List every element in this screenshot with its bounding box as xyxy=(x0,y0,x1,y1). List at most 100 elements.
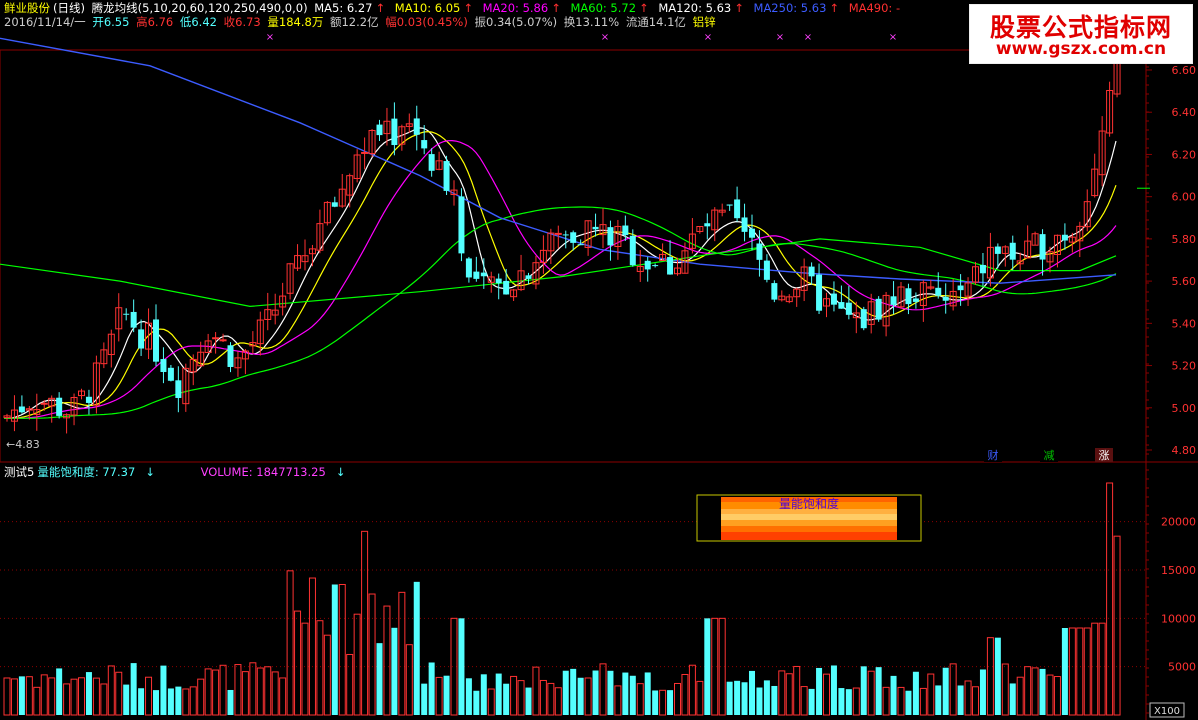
candle xyxy=(413,105,420,151)
volume-bar xyxy=(361,530,369,716)
candle xyxy=(1106,81,1114,137)
volume-tick-label: 5000 xyxy=(1168,661,1196,674)
volume-bar xyxy=(56,668,63,715)
volume-bar xyxy=(63,683,71,716)
volume-bar xyxy=(398,591,406,716)
candle xyxy=(823,292,830,318)
volume-bar xyxy=(443,675,450,715)
candle xyxy=(942,283,949,314)
volume-bar xyxy=(1113,535,1121,716)
svg-text:财: 财 xyxy=(988,448,999,462)
fin-marker[interactable]: 财 xyxy=(984,448,1002,462)
volume-bar xyxy=(1053,676,1061,716)
volume-bar xyxy=(979,669,986,715)
candle xyxy=(100,342,108,369)
quote-close: 收6.73 xyxy=(223,15,261,29)
volume-bar xyxy=(696,680,704,716)
volume-bar xyxy=(875,667,882,715)
ma490-label: MA490: - xyxy=(848,1,901,15)
candle xyxy=(338,173,346,208)
volume-bar xyxy=(1046,674,1054,716)
event-x-icon[interactable]: × xyxy=(266,32,274,43)
vol-indicator-name[interactable]: 测试5 xyxy=(4,465,34,479)
quote-float: 流通14.1亿 xyxy=(625,15,686,29)
ma120-label: MA120: 5.63 ↑ xyxy=(658,1,744,15)
candle xyxy=(1031,231,1039,246)
candle xyxy=(189,354,197,386)
volume-bar xyxy=(234,664,242,716)
candle xyxy=(279,282,287,316)
candle xyxy=(718,203,726,217)
candle xyxy=(346,173,354,208)
candle xyxy=(1098,116,1106,187)
candle xyxy=(652,263,659,268)
volume-bar xyxy=(1024,666,1032,716)
volume-bar xyxy=(383,605,391,716)
candle xyxy=(785,294,793,304)
stock-chart[interactable]: 6.60 6.40 6.20 6.00 5.80 5.60 5.40 5.20 5.00 4.80… xyxy=(0,0,1198,720)
candle xyxy=(107,329,115,368)
volume-bar xyxy=(577,677,584,715)
candle xyxy=(979,252,986,287)
quote-industry[interactable]: 铝锌 xyxy=(693,15,716,29)
candle xyxy=(875,296,882,322)
volume-bar xyxy=(734,680,741,715)
event-x-icon[interactable]: × xyxy=(804,32,812,43)
candle xyxy=(398,124,406,151)
reduce-marker[interactable]: 减 xyxy=(1040,448,1058,462)
volume-bar xyxy=(123,684,130,715)
min-price-label: ←4.83 xyxy=(6,438,40,451)
candle xyxy=(428,148,435,177)
volume-bar xyxy=(897,686,905,716)
volume-bar xyxy=(1001,663,1009,716)
volume-bar xyxy=(547,682,555,716)
volume-bar xyxy=(197,678,205,716)
candle xyxy=(845,286,852,320)
price-tick-label: 6.00 xyxy=(1172,191,1197,204)
volume-bar xyxy=(78,677,85,716)
volume-bar xyxy=(570,668,577,715)
candle xyxy=(1009,235,1016,271)
candle xyxy=(78,388,85,400)
volume-bar xyxy=(1039,668,1046,715)
price-tick-label: 6.20 xyxy=(1172,148,1197,161)
volume-bar xyxy=(667,690,674,715)
volume-bar xyxy=(532,666,540,716)
event-x-icon[interactable]: × xyxy=(704,32,712,43)
ma10-label: MA10: 6.05 ↑ xyxy=(394,1,473,15)
volume-bar xyxy=(852,687,860,716)
volume-bar xyxy=(376,643,383,715)
volume-bar xyxy=(1106,482,1114,716)
indicator-name[interactable]: 腾龙均线(5,10,20,60,120,250,490,0,0) xyxy=(92,1,308,15)
volume-bar xyxy=(3,677,11,716)
candle xyxy=(927,279,935,291)
event-markers: × × × × × × xyxy=(266,32,897,43)
event-x-icon[interactable]: × xyxy=(601,32,609,43)
volume-bar xyxy=(942,667,949,715)
period-label[interactable]: (日线) xyxy=(53,1,85,15)
event-x-icon[interactable]: × xyxy=(889,32,897,43)
candle xyxy=(323,200,331,226)
volume-bar xyxy=(204,668,212,716)
volume-bar xyxy=(100,683,108,716)
candle xyxy=(212,332,220,354)
volume-bar xyxy=(830,665,837,715)
quote-amount: 额12.2亿 xyxy=(329,15,379,29)
event-x-icon[interactable]: × xyxy=(776,32,784,43)
ma5-label: MA5: 6.27 ↑ xyxy=(314,1,386,15)
candle xyxy=(138,319,145,356)
svg-text:涨: 涨 xyxy=(1099,449,1110,462)
rise-marker[interactable]: 涨 xyxy=(1095,448,1113,462)
volume-bar xyxy=(40,674,48,716)
volume-bar xyxy=(994,637,1001,715)
volume-bar xyxy=(614,685,622,716)
candle xyxy=(56,392,63,419)
volume-bar xyxy=(175,686,182,715)
candle xyxy=(405,113,413,133)
volume-bar xyxy=(480,674,487,715)
volume-bar xyxy=(652,690,659,715)
volume-bar xyxy=(279,677,287,716)
stock-name[interactable]: 鲜业股份 xyxy=(4,1,50,15)
volume-bar xyxy=(338,584,346,716)
saturation-value: 量能饱和度: 77.37 ↓ xyxy=(37,465,155,479)
